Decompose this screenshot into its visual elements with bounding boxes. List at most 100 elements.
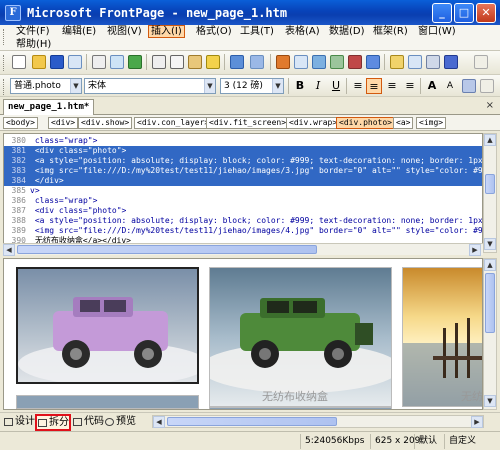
scroll-right-icon[interactable]: ▶ [471, 416, 483, 428]
undo-icon[interactable] [230, 55, 244, 69]
scroll-left-icon[interactable]: ◀ [153, 416, 165, 428]
tag-a[interactable]: <a> [393, 117, 414, 129]
menu-data[interactable]: 数据(D) [327, 25, 367, 38]
insert-layer-icon[interactable] [312, 55, 326, 69]
align-left-icon[interactable]: ≡ [350, 78, 366, 94]
photo-green-vehicle[interactable]: 无纺布收纳盒 [209, 267, 392, 407]
code-view-button[interactable]: 代码 [72, 415, 104, 430]
tag-div-con-layer[interactable]: <div.con_layer> [134, 117, 213, 129]
redo-icon[interactable] [250, 55, 264, 69]
scrollbar-thumb[interactable] [485, 273, 495, 333]
paste-icon[interactable] [188, 55, 202, 69]
toolbar-options-icon[interactable] [474, 55, 488, 69]
menu-format[interactable]: 格式(O) [194, 25, 234, 38]
menu-file[interactable]: 文件(F) [14, 25, 52, 38]
print-preview-icon[interactable] [110, 55, 124, 69]
tag-body[interactable]: <body> [3, 117, 38, 129]
tag-div-photo[interactable]: <div.photo> [336, 117, 395, 129]
align-right-icon[interactable]: ≡ [384, 78, 400, 94]
numbering-icon[interactable] [462, 79, 476, 93]
menu-frames[interactable]: 框架(R) [371, 25, 410, 38]
show-all-icon[interactable] [426, 55, 440, 69]
underline-button[interactable]: U [328, 78, 344, 94]
insert-table-icon[interactable] [294, 55, 308, 69]
folder-list-icon[interactable] [390, 55, 404, 69]
tag-div[interactable]: <div> [48, 117, 79, 129]
scroll-down-icon[interactable]: ▼ [484, 395, 496, 407]
menu-help[interactable]: 帮助(H) [14, 38, 53, 51]
increase-font-icon[interactable]: A [424, 78, 440, 94]
photo-next-row[interactable] [16, 395, 199, 409]
design-view-button[interactable]: 设计 [3, 415, 35, 430]
style-value: 普通.photo [14, 81, 61, 91]
code-pane[interactable]: 380 class="wrap"> 381 <div class="photo"… [3, 133, 483, 253]
toolbar-separator [384, 54, 385, 70]
preview-view-button[interactable]: 预览 [104, 415, 136, 430]
menu-table[interactable]: 表格(A) [283, 25, 322, 38]
toolbar-separator [288, 78, 289, 94]
design-horizontal-scrollbar[interactable]: ◀ ▶ [152, 415, 484, 428]
tag-img[interactable]: <img> [416, 117, 447, 129]
cut-icon[interactable] [152, 55, 166, 69]
photo-purple-vehicle[interactable] [16, 267, 199, 384]
drawing-icon[interactable] [348, 55, 362, 69]
menu-grip[interactable] [3, 29, 6, 45]
menu-tools[interactable]: 工具(T) [238, 25, 276, 38]
new-page-icon[interactable] [12, 55, 26, 69]
menu-window[interactable]: 窗口(W) [416, 25, 458, 38]
insert-picture-icon[interactable] [330, 55, 344, 69]
font-dropdown[interactable]: 宋体 ▼ [84, 78, 216, 94]
help-icon[interactable] [444, 55, 458, 69]
toolbar-grip[interactable] [3, 79, 6, 95]
bold-button[interactable]: B [292, 78, 308, 94]
close-tab-icon[interactable]: × [486, 100, 494, 111]
split-view-button[interactable]: 拆分 [35, 414, 71, 431]
format-painter-icon[interactable] [206, 55, 220, 69]
menu-insert[interactable]: 插入(I) [148, 25, 185, 38]
document-tab[interactable]: new_page_1.htm* [3, 99, 95, 115]
scroll-up-icon[interactable]: ▲ [484, 134, 496, 146]
code-horizontal-scrollbar[interactable]: ◀ ▶ [3, 243, 483, 256]
toolbar-grip[interactable] [3, 55, 6, 71]
style-dropdown[interactable]: 普通.photo ▼ [10, 78, 82, 94]
status-custom[interactable]: 自定义 [444, 434, 476, 449]
scroll-right-icon[interactable]: ▶ [469, 244, 481, 256]
open-folder-icon[interactable] [32, 55, 46, 69]
spelling-icon[interactable] [128, 55, 142, 69]
scroll-up-icon[interactable]: ▲ [484, 259, 496, 271]
print-icon[interactable] [92, 55, 106, 69]
scrollbar-thumb[interactable] [17, 245, 317, 254]
scrollbar-thumb[interactable] [167, 417, 337, 426]
status-default[interactable]: 默认 [414, 434, 437, 449]
design-pane[interactable]: 无纺布收纳盒 无纺 [3, 258, 483, 410]
design-vertical-scrollbar[interactable]: ▲ ▼ [483, 258, 497, 410]
photo-next-row[interactable] [209, 407, 392, 409]
code-vertical-scrollbar[interactable]: ▲ ▼ [483, 133, 497, 253]
scrollbar-thumb[interactable] [485, 174, 495, 194]
scroll-left-icon[interactable]: ◀ [3, 244, 15, 256]
navigation-pane-icon[interactable] [408, 55, 422, 69]
minimize-button[interactable]: _ [432, 3, 452, 23]
window-title: Microsoft FrontPage - new_page_1.htm [27, 5, 288, 20]
maximize-button[interactable]: □ [454, 3, 474, 23]
menu-edit[interactable]: 编辑(E) [60, 25, 98, 38]
scroll-down-icon[interactable]: ▼ [484, 238, 496, 250]
decrease-font-icon[interactable]: A [442, 78, 458, 94]
justify-icon[interactable]: ≡ [402, 78, 418, 94]
web-component-icon[interactable] [276, 55, 290, 69]
hyperlink-icon[interactable] [366, 55, 380, 69]
tag-div-wrap[interactable]: <div.wrap> [286, 117, 341, 129]
tag-div-show[interactable]: <div.show> [78, 117, 133, 129]
code-text: <div class="photo"> [30, 206, 127, 215]
publish-icon[interactable] [68, 55, 82, 69]
menu-view[interactable]: 视图(V) [105, 25, 144, 38]
italic-button[interactable]: I [310, 78, 326, 94]
copy-icon[interactable] [170, 55, 184, 69]
tag-div-fit-screen[interactable]: <div.fit_screen> [206, 117, 290, 129]
close-button[interactable]: ✕ [476, 3, 496, 23]
align-center-icon[interactable]: ≡ [366, 78, 382, 94]
photo-sunset-pier[interactable]: 无纺 [402, 267, 482, 407]
font-size-dropdown[interactable]: 3 (12 磅) ▼ [220, 78, 284, 94]
toolbar-options-icon[interactable] [480, 79, 494, 93]
save-icon[interactable] [50, 55, 64, 69]
